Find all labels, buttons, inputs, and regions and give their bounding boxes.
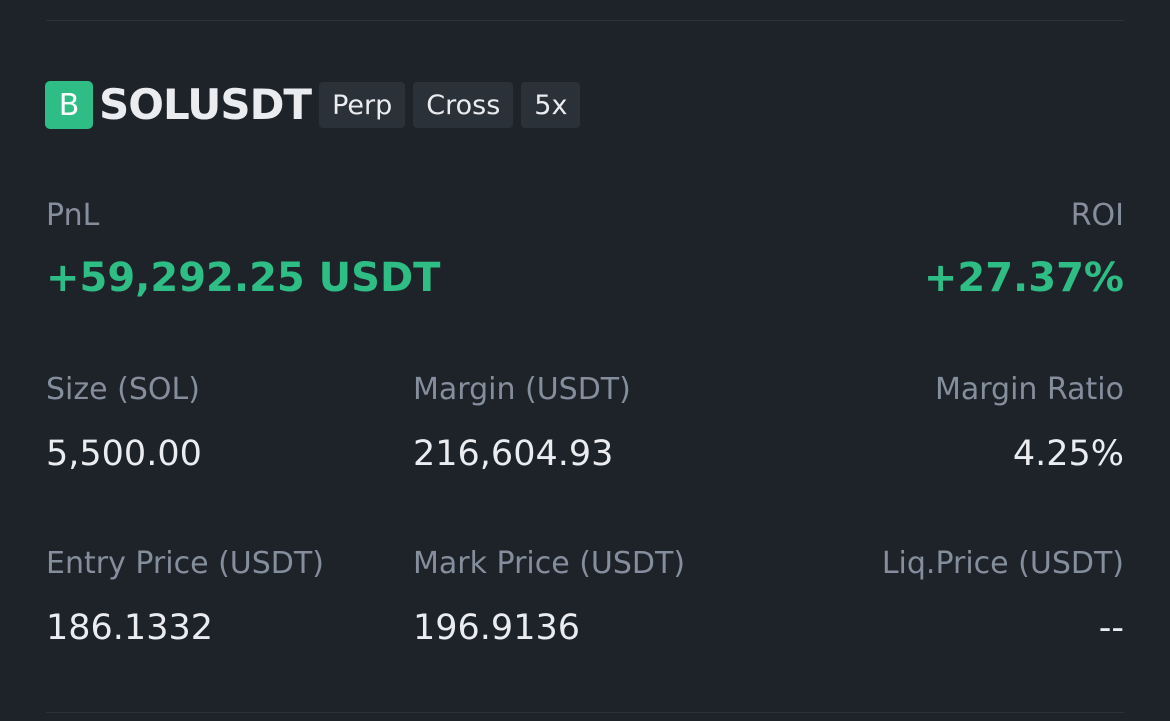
roi-label: ROI <box>1070 198 1124 233</box>
pnl-value: +59,292.25 USDT <box>46 255 441 301</box>
liq-price-value: -- <box>1098 608 1124 648</box>
top-divider <box>46 20 1124 21</box>
size-label: Size (SOL) <box>46 372 200 407</box>
entry-price-value: 186.1332 <box>46 608 214 648</box>
margin-ratio-label: Margin Ratio <box>934 372 1124 407</box>
margin-label: Margin (USDT) <box>413 372 631 407</box>
exchange-badge-icon: B <box>45 81 93 129</box>
margin-value: 216,604.93 <box>413 434 614 474</box>
roi-value: +27.37% <box>923 255 1124 301</box>
entry-price-label: Entry Price (USDT) <box>46 546 324 581</box>
liq-price-label: Liq.Price (USDT) <box>881 546 1124 581</box>
bottom-divider <box>46 712 1124 713</box>
tag-perp: Perp <box>319 82 406 128</box>
position-card: B SOLUSDT Perp Cross 5x PnL ROI +59,292.… <box>0 0 1170 721</box>
mark-price-value: 196.9136 <box>413 608 581 648</box>
mark-price-label: Mark Price (USDT) <box>413 546 686 581</box>
position-header: B SOLUSDT Perp Cross 5x <box>45 81 581 129</box>
size-value: 5,500.00 <box>46 434 202 474</box>
pnl-label: PnL <box>46 198 100 233</box>
tag-cross[interactable]: Cross <box>413 82 514 128</box>
margin-ratio-value: 4.25% <box>1012 434 1124 474</box>
tag-leverage[interactable]: 5x <box>521 82 581 128</box>
symbol-title[interactable]: SOLUSDT <box>99 81 312 129</box>
